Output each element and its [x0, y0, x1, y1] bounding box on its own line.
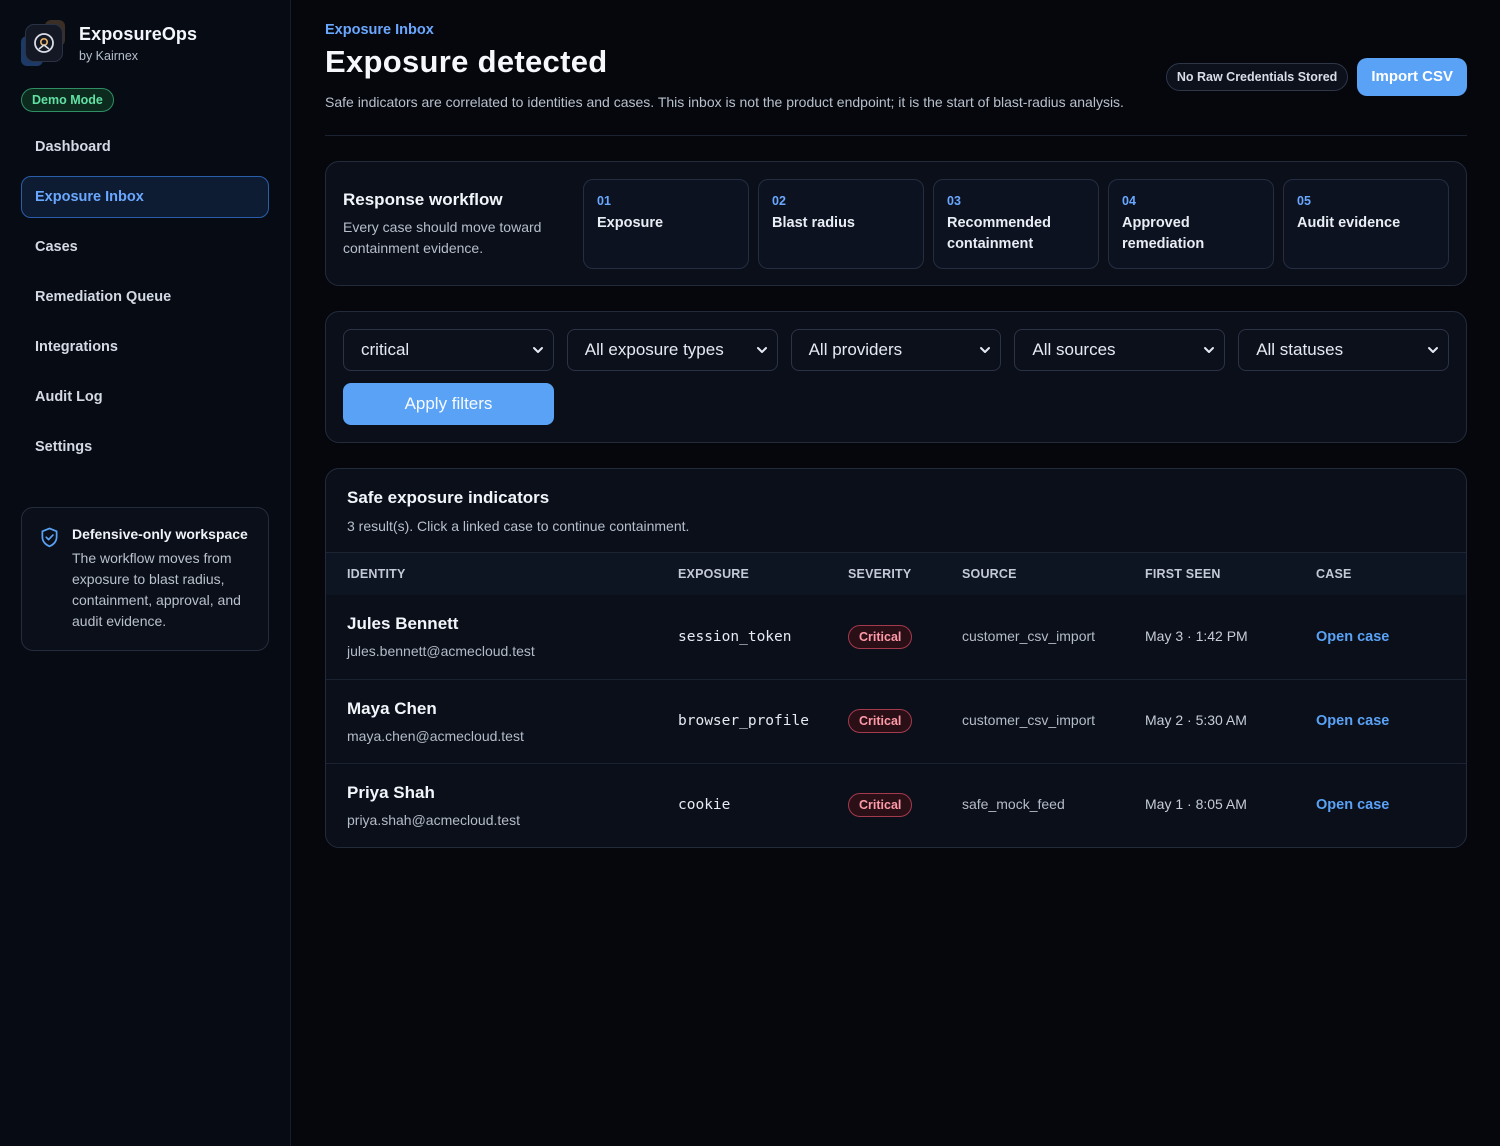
step-number: 05	[1297, 194, 1311, 208]
source-select[interactable]: All sources	[1014, 329, 1226, 371]
source-value: customer_csv_import	[962, 712, 1096, 728]
table-row: Jules Bennett jules.bennett@acmecloud.te…	[326, 595, 1466, 680]
identity-name: Maya Chen	[347, 698, 437, 718]
step-number: 01	[597, 194, 611, 208]
first-seen-value: May 1 · 8:05 AM	[1145, 796, 1247, 813]
open-case-link[interactable]: Open case	[1316, 713, 1389, 729]
sidebar-item-audit-log[interactable]: Audit Log	[21, 376, 269, 418]
sidebar-item-integrations[interactable]: Integrations	[21, 326, 269, 368]
column-header-source: SOURCE	[962, 553, 1145, 595]
workflow-step-recommended-containment: 03 Recommended containment	[933, 179, 1099, 269]
first-seen-value: May 2 · 5:30 AM	[1145, 712, 1247, 728]
step-label: Recommended containment	[947, 215, 1051, 252]
table-row: Priya Shah priya.shah@acmecloud.test coo…	[326, 763, 1466, 847]
step-label: Exposure	[597, 215, 664, 231]
workflow-step-approved-remediation: 04 Approved remediation	[1108, 179, 1274, 269]
indicators-summary: 3 result(s). Click a linked case to cont…	[347, 518, 690, 534]
severity-badge: Critical	[848, 624, 913, 649]
first-seen-value: May 3 · 1:42 PM	[1145, 627, 1248, 644]
severity-badge: Critical	[848, 709, 913, 733]
indicators-title: Safe exposure indicators	[347, 488, 550, 507]
sidebar-item-dashboard[interactable]: Dashboard	[21, 126, 269, 168]
step-label: Blast radius	[772, 215, 855, 231]
exposure-type-select-value: All exposure types	[584, 340, 724, 359]
workspace-card-text: The workflow moves from exposure to blas…	[72, 550, 241, 629]
no-raw-credentials-badge: No Raw Credentials Stored	[1165, 63, 1349, 91]
step-number: 02	[772, 194, 786, 208]
indicators-table: IDENTITY EXPOSURE SEVERITY SOURCE FIRST …	[326, 553, 1466, 847]
workflow-title: Response workflow	[343, 190, 503, 209]
apply-filters-button[interactable]: Apply filters	[343, 383, 554, 425]
page-description: Safe indicators are correlated to identi…	[325, 94, 1124, 110]
step-number: 04	[1122, 194, 1136, 208]
source-value: customer_csv_import	[962, 627, 1096, 644]
response-workflow-card: Response workflow Every case should move…	[325, 161, 1467, 286]
provider-select[interactable]: All providers	[790, 329, 1002, 371]
workflow-step-audit-evidence: 05 Audit evidence	[1283, 179, 1449, 269]
severity-select[interactable]: critical	[343, 329, 554, 371]
main-content: Exposure Inbox Exposure detected Safe in…	[325, 0, 1467, 848]
workflow-steps: 01 Exposure 02 Blast radius 03 Recommend…	[583, 179, 1449, 269]
import-csv-button[interactable]: Import CSV	[1357, 58, 1467, 96]
identity-email: maya.chen@acmecloud.test	[347, 727, 524, 744]
column-header-identity: IDENTITY	[326, 553, 678, 595]
step-label: Approved remediation	[1122, 215, 1205, 252]
workspace-info-card: Defensive-only workspace The workflow mo…	[21, 507, 269, 651]
column-header-exposure: EXPOSURE	[678, 553, 848, 595]
brand[interactable]: ExposureOps by Kairnex	[21, 20, 269, 66]
sidebar-nav: Dashboard Exposure Inbox Cases Remediati…	[21, 126, 269, 468]
workspace-card-title: Defensive-only workspace	[72, 526, 248, 542]
exposure-type: cookie	[678, 797, 731, 814]
identity-name: Jules Bennett	[347, 614, 459, 634]
provider-select-value: All providers	[808, 340, 903, 359]
severity-badge: Critical	[848, 793, 913, 818]
demo-mode-badge: Demo Mode	[21, 88, 114, 112]
exposure-type: browser_profile	[678, 713, 809, 729]
workflow-description: Every case should move toward containmen…	[343, 219, 542, 256]
severity-select-value: critical	[361, 340, 410, 359]
chevron-down-icon	[532, 347, 543, 353]
table-header-row: IDENTITY EXPOSURE SEVERITY SOURCE FIRST …	[326, 553, 1466, 595]
identity-email: jules.bennett@acmecloud.test	[347, 643, 535, 660]
column-header-case: CASE	[1316, 553, 1466, 595]
chevron-down-icon	[980, 347, 991, 353]
filters-card: critical All exposure types All provider…	[325, 311, 1467, 443]
sidebar-item-exposure-inbox[interactable]: Exposure Inbox	[21, 176, 269, 218]
chevron-down-icon	[756, 347, 767, 353]
app-logo-icon	[21, 20, 67, 66]
sidebar-item-settings[interactable]: Settings	[21, 426, 269, 468]
header-divider	[325, 135, 1467, 136]
exposure-type: session_token	[678, 628, 792, 645]
open-case-link[interactable]: Open case	[1316, 797, 1389, 813]
exposure-indicators-card: Safe exposure indicators 3 result(s). Cl…	[325, 468, 1467, 848]
identity-name: Priya Shah	[347, 782, 435, 802]
open-case-link[interactable]: Open case	[1316, 629, 1389, 645]
identity-email: priya.shah@acmecloud.test	[347, 811, 520, 828]
shield-check-icon	[40, 526, 60, 632]
step-number: 03	[947, 194, 961, 208]
sidebar-item-remediation-queue[interactable]: Remediation Queue	[21, 276, 269, 318]
chevron-down-icon	[1427, 347, 1438, 353]
breadcrumb[interactable]: Exposure Inbox	[325, 22, 1467, 38]
app-subtitle: by Kairnex	[79, 48, 139, 63]
table-row: Maya Chen maya.chen@acmecloud.test brows…	[326, 679, 1466, 764]
source-select-value: All sources	[1032, 340, 1116, 359]
column-header-severity: SEVERITY	[848, 553, 962, 595]
sidebar: ExposureOps by Kairnex Demo Mode Dashboa…	[0, 0, 291, 1146]
header-actions: No Raw Credentials Stored Import CSV	[1165, 58, 1467, 96]
workflow-step-exposure: 01 Exposure	[583, 179, 749, 269]
app-name: ExposureOps	[79, 23, 198, 44]
workflow-step-blast-radius: 02 Blast radius	[758, 179, 924, 269]
exposure-type-select[interactable]: All exposure types	[566, 329, 778, 371]
column-header-first-seen: FIRST SEEN	[1145, 553, 1316, 595]
sidebar-item-cases[interactable]: Cases	[21, 226, 269, 268]
status-select-value: All statuses	[1256, 340, 1344, 359]
source-value: safe_mock_feed	[962, 796, 1065, 813]
step-label: Audit evidence	[1297, 215, 1401, 231]
status-select[interactable]: All statuses	[1238, 329, 1449, 371]
chevron-down-icon	[1204, 347, 1215, 353]
